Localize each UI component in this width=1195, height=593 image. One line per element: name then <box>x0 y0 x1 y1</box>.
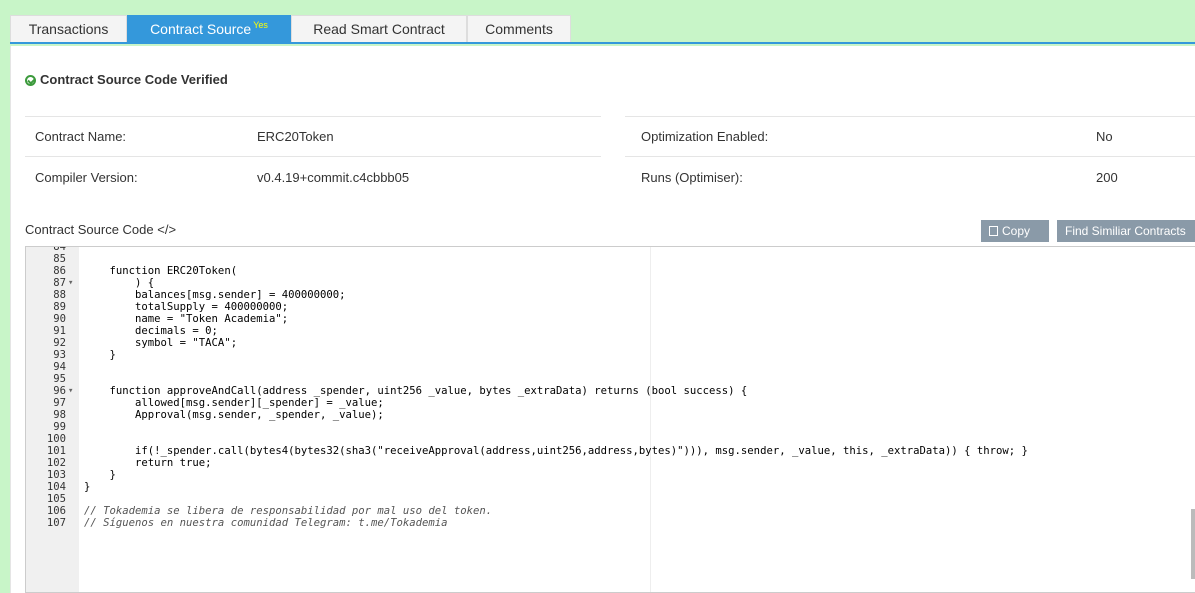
code-text: ) { <box>84 277 155 289</box>
fold-arrow-icon[interactable]: ▾ <box>68 385 73 397</box>
divider <box>25 156 601 157</box>
code-text: function approveAndCall(address _spender… <box>84 385 748 397</box>
divider <box>625 116 1195 117</box>
contract-source-panel: Contract Source Code Verified Contract N… <box>10 46 1195 593</box>
contract-name-label: Contract Name: <box>35 129 127 144</box>
code-text: function ERC20Token( <box>84 265 238 277</box>
code-text: } <box>84 481 91 493</box>
optimization-value: No <box>1096 129 1113 144</box>
line-number: 100 <box>46 433 66 445</box>
tab-bar: Transactions Contract Source Yes Read Sma… <box>10 13 1195 44</box>
code-text: symbol = "TACA"; <box>84 337 238 349</box>
runs-label: Runs (Optimiser): <box>641 170 743 185</box>
copy-button[interactable]: Copy <box>981 220 1049 242</box>
fold-arrow-icon[interactable]: ▾ <box>68 277 73 289</box>
source-code-editor[interactable]: 84 85 86 function ERC20Token(87 ▾ ) {88 bal… <box>25 246 1195 593</box>
tab-label: Read Smart Contract <box>313 21 445 37</box>
line-number: 102 <box>46 457 66 469</box>
code-text: name = "Token Academia"; <box>84 313 289 325</box>
optimization-label: Optimization Enabled: <box>641 129 769 144</box>
line-number: 85 <box>53 253 66 265</box>
compiler-version-value: v0.4.19+commit.c4cbbb05 <box>257 170 410 185</box>
code-text: decimals = 0; <box>84 325 218 337</box>
verified-badge: Yes <box>253 20 268 30</box>
verified-heading: Contract Source Code Verified <box>25 72 228 87</box>
editor-scrollbar[interactable] <box>1191 509 1195 579</box>
code-text: Approval(msg.sender, _spender, _value); <box>84 409 384 421</box>
source-code-label: Contract Source Code </> <box>25 222 177 237</box>
code-text: } <box>84 349 116 361</box>
line-number: 101 <box>46 445 66 457</box>
line-number: 104 <box>46 481 66 493</box>
line-number: 86 <box>53 265 66 277</box>
code-text: } <box>84 469 116 481</box>
tab-label: Contract Source <box>150 21 252 37</box>
check-circle-icon <box>25 75 36 86</box>
find-similar-contracts-button[interactable]: Find Similiar Contracts <box>1057 220 1195 242</box>
code-text: totalSupply = 400000000; <box>84 301 289 313</box>
line-number: 107 <box>46 517 66 529</box>
code-text: allowed[msg.sender][_spender] = _value; <box>84 397 384 409</box>
line-number: 90 <box>53 313 66 325</box>
line-number: 94 <box>53 361 66 373</box>
line-number: 88 <box>53 289 66 301</box>
line-number: 103 <box>46 469 66 481</box>
runs-value: 200 <box>1096 170 1118 185</box>
tab-label: Comments <box>485 21 553 37</box>
contract-name-value: ERC20Token <box>257 129 334 144</box>
line-number: 87 <box>53 277 66 289</box>
divider <box>25 116 601 117</box>
copy-icon <box>989 226 998 236</box>
copy-label: Copy <box>1002 224 1031 238</box>
code-text: // Tokademia se libera de responsabilida… <box>84 505 493 517</box>
code-text: balances[msg.sender] = 400000000; <box>84 289 346 301</box>
code-text: // Síguenos en nuestra comunidad Telegra… <box>84 517 448 529</box>
line-number: 99 <box>53 421 66 433</box>
tab-transactions[interactable]: Transactions <box>10 15 127 42</box>
tab-read-smart-contract[interactable]: Read Smart Contract <box>291 15 467 42</box>
line-number: 98 <box>53 409 66 421</box>
tab-label: Transactions <box>28 21 109 37</box>
line-number: 84 <box>53 246 66 253</box>
verified-text: Contract Source Code Verified <box>40 72 228 87</box>
find-similar-label: Find Similiar Contracts <box>1065 224 1186 238</box>
line-number: 106 <box>46 505 66 517</box>
line-number: 89 <box>53 301 66 313</box>
line-number: 93 <box>53 349 66 361</box>
code-text: return true; <box>84 457 212 469</box>
tab-contract-source[interactable]: Contract Source Yes <box>127 15 291 42</box>
compiler-version-label: Compiler Version: <box>35 170 138 185</box>
line-number: 92 <box>53 337 66 349</box>
line-number: 105 <box>46 493 66 505</box>
divider <box>625 156 1195 157</box>
tab-comments[interactable]: Comments <box>467 15 571 42</box>
line-number: 91 <box>53 325 66 337</box>
code-text: if(!_spender.call(bytes4(bytes32(sha3("r… <box>84 445 1028 457</box>
line-number: 95 <box>53 373 66 385</box>
line-number: 96 <box>53 385 66 397</box>
print-margin <box>650 247 651 592</box>
line-number: 97 <box>53 397 66 409</box>
